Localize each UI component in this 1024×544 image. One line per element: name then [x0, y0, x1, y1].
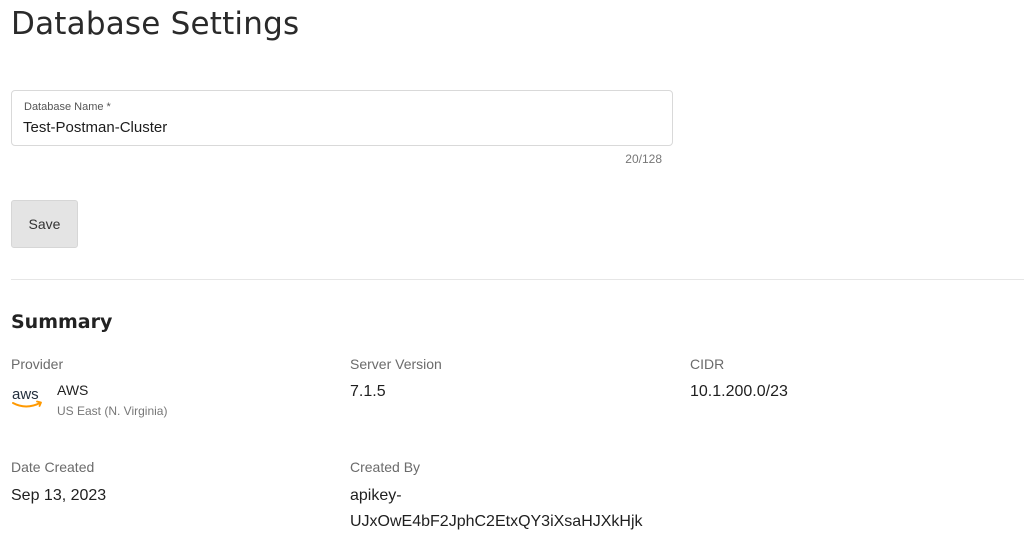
created-by-value-line1: apikey- [350, 487, 402, 504]
character-counter: 20/128 [625, 152, 662, 166]
created-by-value-line2: UJxOwE4bF2JphC2EtxQY3iXsaHJXkHjk [350, 513, 643, 530]
database-name-input[interactable] [23, 117, 623, 137]
aws-logo-icon: aws [11, 384, 45, 414]
database-name-label: Database Name * [24, 101, 111, 113]
created-by-label: Created By [350, 459, 421, 475]
database-name-field[interactable]: Database Name * [11, 90, 673, 146]
aws-logo-text: aws [12, 386, 39, 403]
section-divider [11, 279, 1024, 280]
provider-region: US East (N. Virginia) [57, 404, 168, 418]
provider-name: AWS [57, 382, 89, 398]
cidr-label: CIDR [690, 356, 725, 372]
cidr-value: 10.1.200.0/23 [690, 383, 788, 400]
server-version-label: Server Version [350, 356, 442, 372]
server-version-value: 7.1.5 [350, 383, 386, 400]
date-created-label: Date Created [11, 459, 95, 475]
page-title: Database Settings [11, 6, 300, 42]
date-created-value: Sep 13, 2023 [11, 487, 107, 504]
summary-title: Summary [11, 311, 113, 333]
database-settings-page: Database Settings Database Name * 20/128… [0, 0, 1024, 544]
save-button[interactable]: Save [11, 200, 78, 248]
provider-label: Provider [11, 356, 64, 372]
